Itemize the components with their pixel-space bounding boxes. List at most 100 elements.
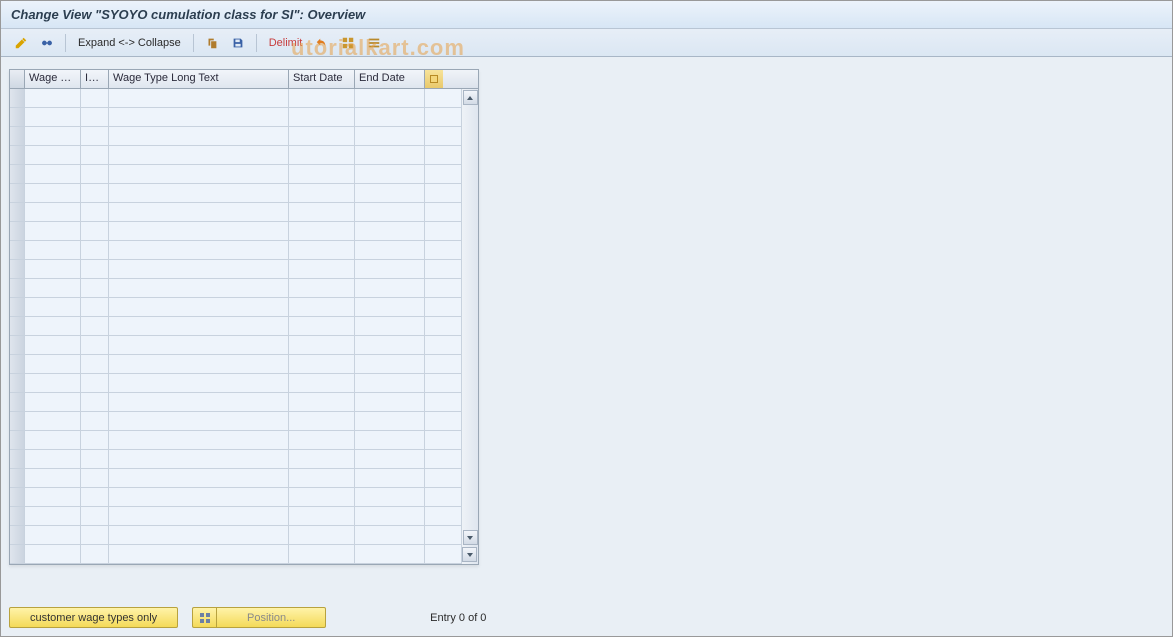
cell[interactable] bbox=[289, 203, 355, 222]
scroll-track[interactable] bbox=[462, 106, 478, 529]
row-selector[interactable] bbox=[10, 89, 25, 108]
column-header[interactable]: Inf... bbox=[81, 70, 109, 88]
cell[interactable] bbox=[25, 450, 81, 469]
cell[interactable] bbox=[289, 336, 355, 355]
details-button[interactable] bbox=[37, 33, 57, 53]
cell[interactable] bbox=[81, 222, 109, 241]
expand-collapse-button[interactable]: Expand <-> Collapse bbox=[74, 37, 185, 49]
cell[interactable] bbox=[355, 146, 425, 165]
row-selector[interactable] bbox=[10, 279, 25, 298]
row-selector[interactable] bbox=[10, 488, 25, 507]
cell[interactable] bbox=[81, 146, 109, 165]
cell[interactable] bbox=[81, 488, 109, 507]
cell[interactable] bbox=[25, 298, 81, 317]
cell[interactable] bbox=[81, 393, 109, 412]
edit-toggle-button[interactable] bbox=[11, 33, 31, 53]
column-header[interactable]: Wage Ty... bbox=[25, 70, 81, 88]
row-selector[interactable] bbox=[10, 374, 25, 393]
cell[interactable] bbox=[109, 108, 289, 127]
cell[interactable] bbox=[289, 222, 355, 241]
row-selector[interactable] bbox=[10, 450, 25, 469]
cell[interactable] bbox=[289, 89, 355, 108]
row-selector[interactable] bbox=[10, 469, 25, 488]
cell[interactable] bbox=[81, 469, 109, 488]
row-selector[interactable] bbox=[10, 431, 25, 450]
cell[interactable] bbox=[289, 393, 355, 412]
cell[interactable] bbox=[25, 260, 81, 279]
cell[interactable] bbox=[81, 545, 109, 564]
cell[interactable] bbox=[109, 260, 289, 279]
row-selector[interactable] bbox=[10, 355, 25, 374]
row-selector[interactable] bbox=[10, 507, 25, 526]
cell[interactable] bbox=[289, 488, 355, 507]
cell[interactable] bbox=[25, 127, 81, 146]
cell[interactable] bbox=[355, 184, 425, 203]
cell[interactable] bbox=[109, 279, 289, 298]
cell[interactable] bbox=[109, 184, 289, 203]
cell[interactable] bbox=[289, 108, 355, 127]
cell[interactable] bbox=[355, 355, 425, 374]
cell[interactable] bbox=[25, 545, 81, 564]
cell[interactable] bbox=[289, 165, 355, 184]
cell[interactable] bbox=[289, 184, 355, 203]
cell[interactable] bbox=[81, 526, 109, 545]
cell[interactable] bbox=[109, 203, 289, 222]
table-config-button[interactable] bbox=[425, 70, 443, 88]
row-selector[interactable] bbox=[10, 412, 25, 431]
column-header[interactable]: Start Date bbox=[289, 70, 355, 88]
scroll-down-button[interactable] bbox=[463, 530, 478, 545]
row-selector[interactable] bbox=[10, 526, 25, 545]
cell[interactable] bbox=[25, 241, 81, 260]
cell[interactable] bbox=[355, 203, 425, 222]
cell[interactable] bbox=[81, 260, 109, 279]
cell[interactable] bbox=[289, 469, 355, 488]
cell[interactable] bbox=[81, 412, 109, 431]
row-selector[interactable] bbox=[10, 108, 25, 127]
cell[interactable] bbox=[109, 469, 289, 488]
cell[interactable] bbox=[355, 89, 425, 108]
cell[interactable] bbox=[25, 184, 81, 203]
cell[interactable] bbox=[109, 89, 289, 108]
cell[interactable] bbox=[355, 469, 425, 488]
cell[interactable] bbox=[289, 545, 355, 564]
cell[interactable] bbox=[289, 127, 355, 146]
cell[interactable] bbox=[109, 355, 289, 374]
cell[interactable] bbox=[25, 393, 81, 412]
cell[interactable] bbox=[355, 374, 425, 393]
row-selector[interactable] bbox=[10, 127, 25, 146]
row-selector[interactable] bbox=[10, 298, 25, 317]
cell[interactable] bbox=[289, 317, 355, 336]
cell[interactable] bbox=[109, 317, 289, 336]
cell[interactable] bbox=[81, 317, 109, 336]
cell[interactable] bbox=[289, 450, 355, 469]
cell[interactable] bbox=[25, 165, 81, 184]
cell[interactable] bbox=[109, 241, 289, 260]
cell[interactable] bbox=[355, 127, 425, 146]
cell[interactable] bbox=[289, 412, 355, 431]
cell[interactable] bbox=[289, 260, 355, 279]
row-selector[interactable] bbox=[10, 165, 25, 184]
save-button[interactable] bbox=[228, 33, 248, 53]
cell[interactable] bbox=[109, 488, 289, 507]
cell[interactable] bbox=[355, 526, 425, 545]
cell[interactable] bbox=[25, 469, 81, 488]
cell[interactable] bbox=[109, 545, 289, 564]
cell[interactable] bbox=[355, 393, 425, 412]
cell[interactable] bbox=[81, 241, 109, 260]
cell[interactable] bbox=[355, 165, 425, 184]
cell[interactable] bbox=[81, 450, 109, 469]
cell[interactable] bbox=[81, 203, 109, 222]
cell[interactable] bbox=[289, 374, 355, 393]
cell[interactable] bbox=[81, 374, 109, 393]
cell[interactable] bbox=[109, 298, 289, 317]
cell[interactable] bbox=[25, 507, 81, 526]
cell[interactable] bbox=[355, 450, 425, 469]
cell[interactable] bbox=[109, 165, 289, 184]
row-selector[interactable] bbox=[10, 317, 25, 336]
row-selector[interactable] bbox=[10, 222, 25, 241]
cell[interactable] bbox=[81, 431, 109, 450]
row-selector[interactable] bbox=[10, 184, 25, 203]
cell[interactable] bbox=[109, 431, 289, 450]
cell[interactable] bbox=[109, 526, 289, 545]
row-selector[interactable] bbox=[10, 146, 25, 165]
